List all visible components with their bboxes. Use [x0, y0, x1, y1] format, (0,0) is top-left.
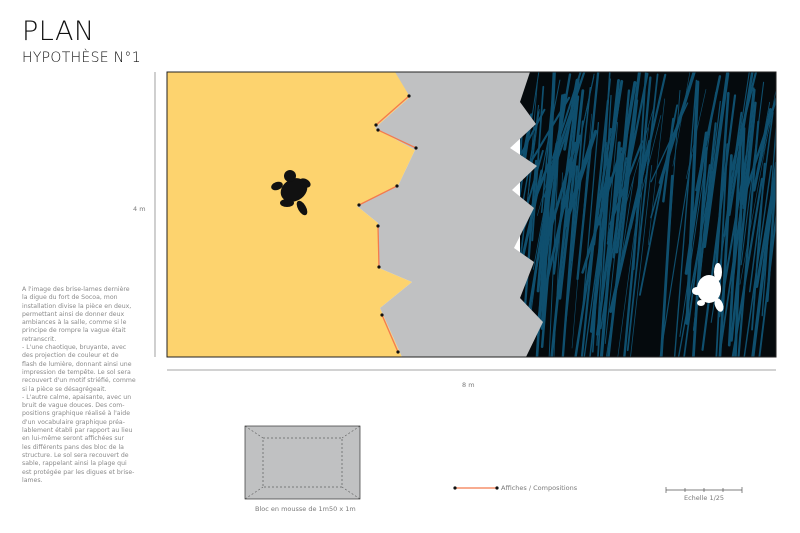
scale-label: Echelle 1/25	[684, 494, 725, 502]
scale-bar	[665, 487, 743, 493]
height-label: 4 m	[133, 205, 146, 213]
width-label: 8 m	[462, 381, 475, 389]
posters-legend-label: Affiches / Compositions	[501, 484, 578, 492]
posters-legend-icon	[453, 486, 499, 490]
block-legend-icon	[244, 425, 361, 500]
floor-plan	[154, 71, 777, 500]
block-legend-label: Bloc en mousse de 1m50 x 1m	[255, 505, 356, 513]
